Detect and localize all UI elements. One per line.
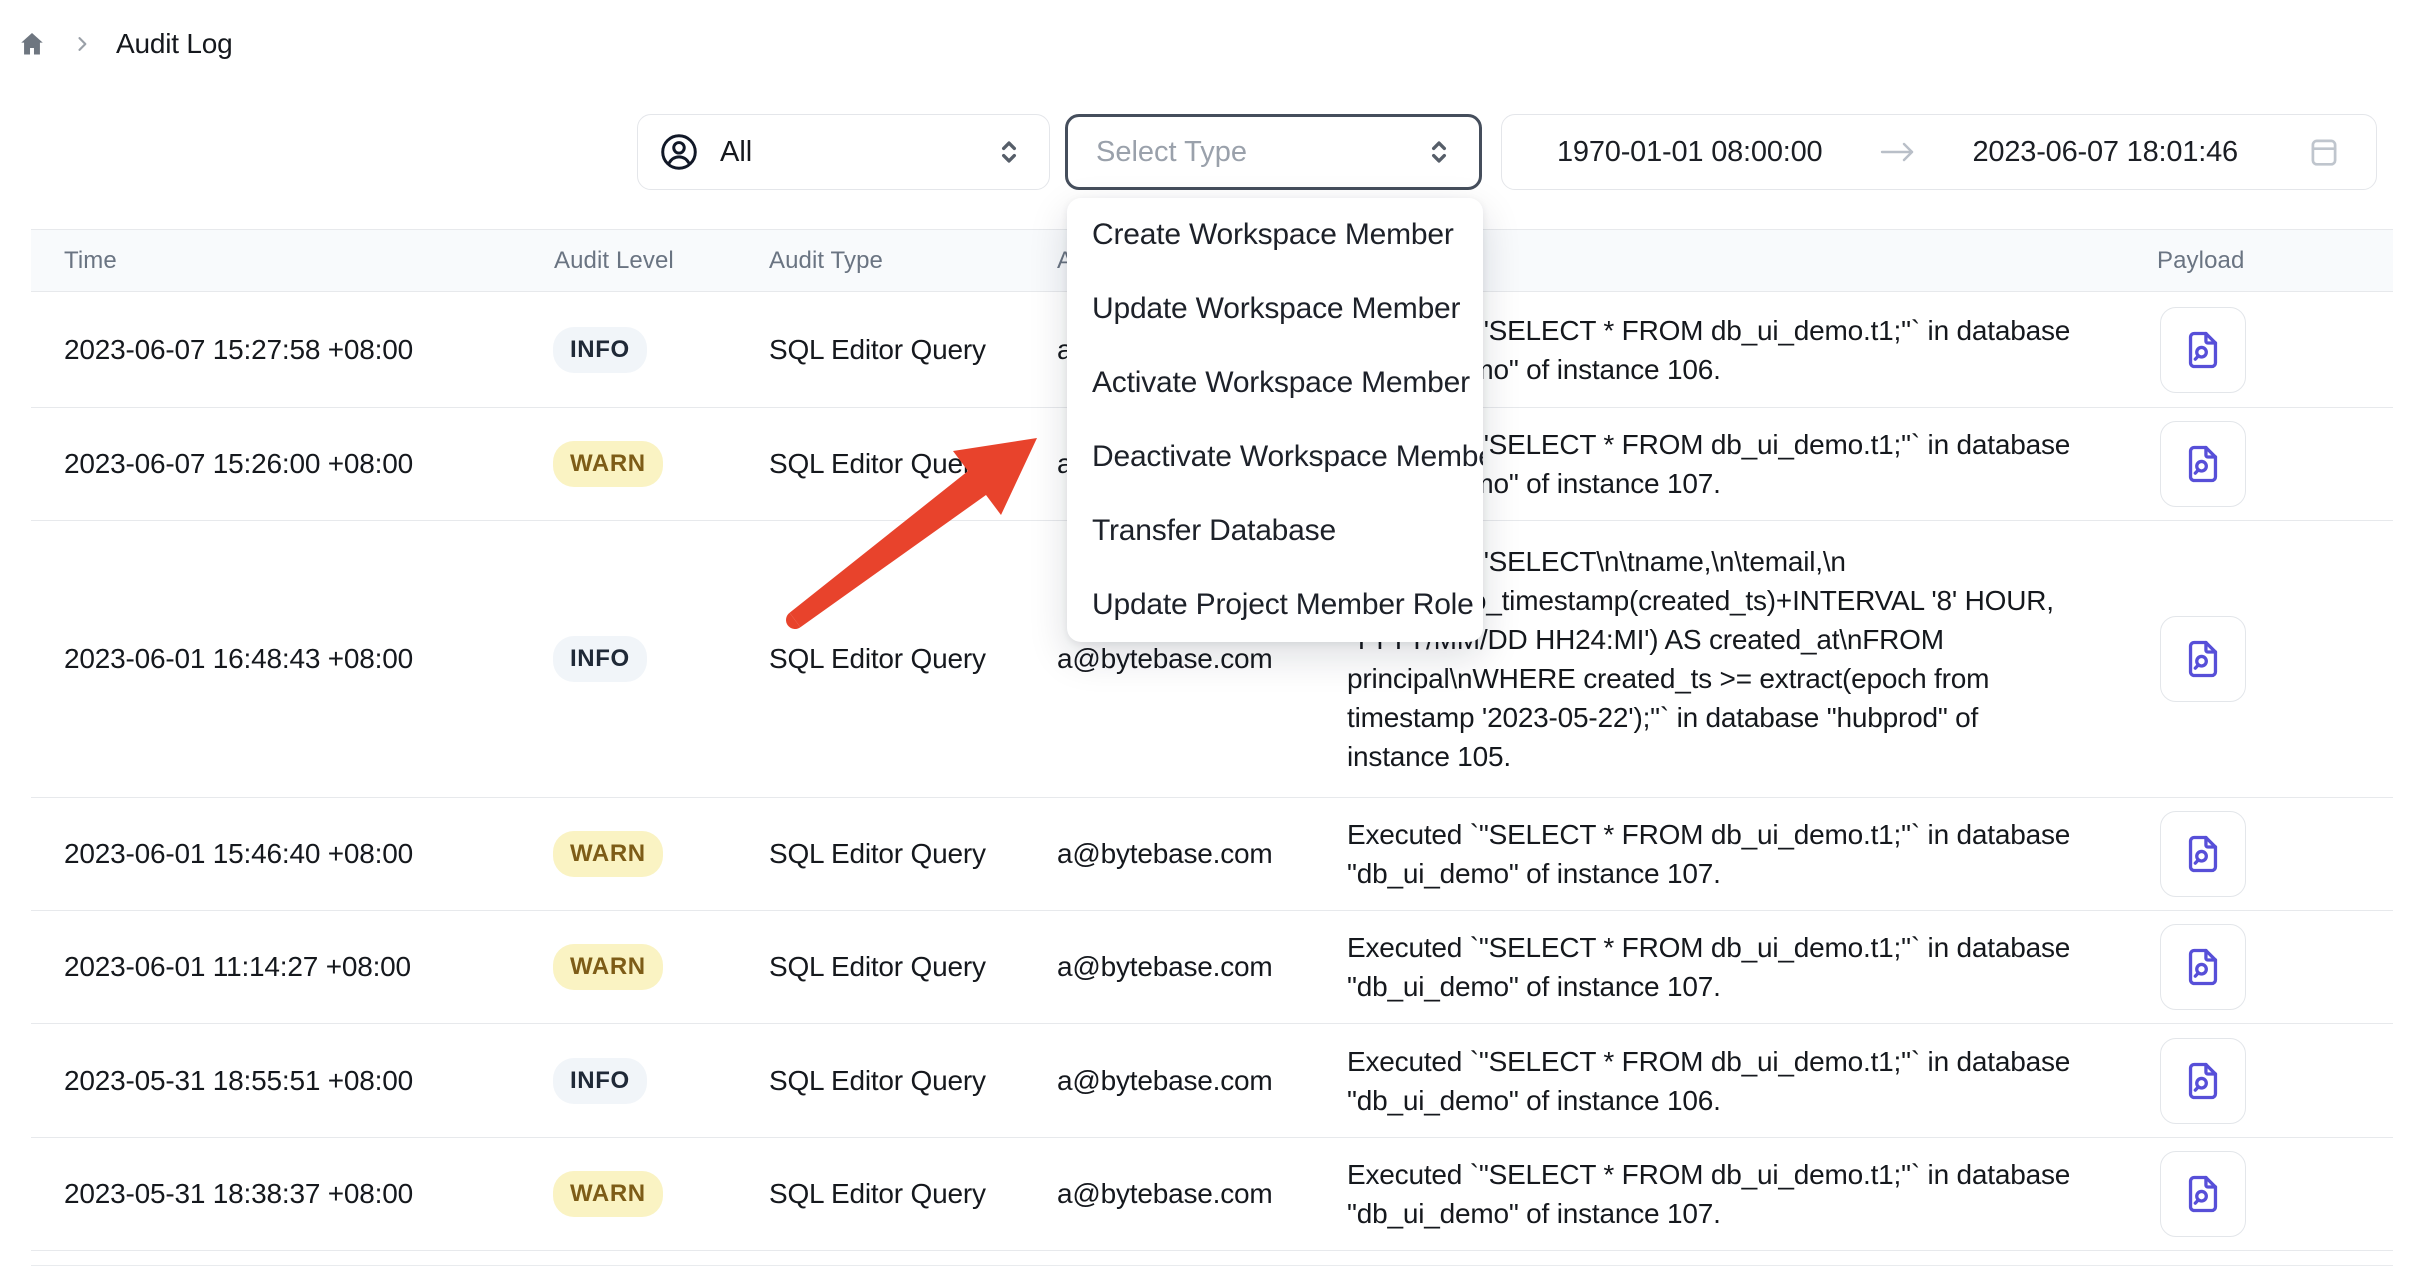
home-icon[interactable] [18, 30, 46, 58]
payload-view-button[interactable] [2160, 1038, 2246, 1124]
row-time: 2023-06-01 16:48:43 +08:00 [64, 643, 413, 675]
payload-view-button[interactable] [2160, 924, 2246, 1010]
type-filter-placeholder: Select Type [1096, 136, 1247, 169]
date-range-start[interactable]: 1970-01-01 08:00:00 [1557, 136, 1822, 169]
breadcrumb: Audit Log [18, 28, 233, 60]
file-search-icon [2181, 637, 2225, 681]
row-time: 2023-05-31 18:38:37 +08:00 [64, 1178, 413, 1210]
audit-level-badge: WARN [553, 944, 663, 990]
file-search-icon [2181, 1059, 2225, 1103]
row-audit-type: SQL Editor Query [769, 838, 986, 870]
date-range-picker[interactable]: 1970-01-01 08:00:00 2023-06-07 18:01:46 [1501, 114, 2377, 190]
audit-level-badge: WARN [553, 1171, 663, 1217]
row-audit-type: SQL Editor Query [769, 951, 986, 983]
actor-filter-value: All [720, 136, 752, 169]
user-circle-icon [658, 131, 700, 173]
table-row: 2023-05-31 18:55:51 +08:00 INFO SQL Edit… [31, 1024, 2393, 1138]
table-row-partial [31, 1251, 2393, 1266]
payload-view-button[interactable] [2160, 616, 2246, 702]
audit-level-badge: WARN [553, 441, 663, 487]
row-audit-type: SQL Editor Query [769, 1178, 986, 1210]
row-comment: Executed `"SELECT * FROM db_ui_demo.t1;"… [1347, 1042, 2105, 1120]
row-comment: Executed `"SELECT * FROM db_ui_demo.t1;"… [1347, 815, 2105, 893]
column-header-level: Audit Level [554, 247, 674, 275]
chevron-up-down-icon [1423, 136, 1455, 168]
file-search-icon [2181, 1172, 2225, 1216]
date-range-end[interactable]: 2023-06-07 18:01:46 [1972, 136, 2237, 169]
menu-item-deactivate-workspace-member[interactable]: Deactivate Workspace Member [1067, 420, 1483, 494]
type-filter-select[interactable]: Select Type [1065, 114, 1482, 190]
calendar-icon[interactable] [2306, 134, 2342, 170]
row-actor: a@bytebase.com [1057, 643, 1273, 675]
chevron-up-down-icon [993, 136, 1025, 168]
row-actor: a@bytebase.com [1057, 951, 1273, 983]
row-time: 2023-06-07 15:26:00 +08:00 [64, 448, 413, 480]
page-title: Audit Log [116, 28, 233, 60]
filter-bar: All Select Type 1970-01-01 08:00:00 2023… [0, 114, 2410, 190]
row-time: 2023-05-31 18:55:51 +08:00 [64, 1065, 413, 1097]
row-audit-type: SQL Editor Query [769, 334, 986, 366]
column-header-time: Time [64, 247, 117, 275]
row-audit-type: SQL Editor Query [769, 643, 986, 675]
row-comment: Executed `"SELECT * FROM db_ui_demo.t1;"… [1347, 1155, 2105, 1233]
column-header-type: Audit Type [769, 247, 883, 275]
audit-level-badge: INFO [553, 1058, 647, 1104]
menu-item-create-workspace-member[interactable]: Create Workspace Member [1067, 198, 1483, 272]
table-row: 2023-06-01 11:14:27 +08:00 WARN SQL Edit… [31, 911, 2393, 1024]
row-actor: a@bytebase.com [1057, 1065, 1273, 1097]
table-row: 2023-05-31 18:38:37 +08:00 WARN SQL Edit… [31, 1138, 2393, 1251]
row-time: 2023-06-01 11:14:27 +08:00 [64, 951, 411, 983]
audit-level-badge: INFO [553, 636, 647, 682]
actor-filter-select[interactable]: All [637, 114, 1050, 190]
file-search-icon [2181, 328, 2225, 372]
audit-level-badge: WARN [553, 831, 663, 877]
file-search-icon [2181, 832, 2225, 876]
audit-level-badge: INFO [553, 327, 647, 373]
row-actor: a@bytebase.com [1057, 1178, 1273, 1210]
table-row: 2023-06-01 15:46:40 +08:00 WARN SQL Edit… [31, 798, 2393, 911]
payload-view-button[interactable] [2160, 421, 2246, 507]
menu-item-update-workspace-member[interactable]: Update Workspace Member [1067, 272, 1483, 346]
menu-item-transfer-database[interactable]: Transfer Database [1067, 494, 1483, 568]
payload-view-button[interactable] [2160, 1151, 2246, 1237]
row-time: 2023-06-07 15:27:58 +08:00 [64, 334, 413, 366]
arrow-right-icon [1878, 139, 1918, 165]
audit-log-page: Audit Log All Select Type 1970-01-01 08:… [0, 0, 2410, 1268]
file-search-icon [2181, 442, 2225, 486]
file-search-icon [2181, 945, 2225, 989]
row-audit-type: SQL Editor Query [769, 448, 986, 480]
payload-view-button[interactable] [2160, 811, 2246, 897]
type-select-dropdown-menu: Create Workspace Member Update Workspace… [1067, 198, 1483, 642]
row-actor: a@bytebase.com [1057, 838, 1273, 870]
chevron-right-icon [72, 34, 92, 54]
row-audit-type: SQL Editor Query [769, 1065, 986, 1097]
row-comment: Executed `"SELECT * FROM db_ui_demo.t1;"… [1347, 928, 2105, 1006]
payload-view-button[interactable] [2160, 307, 2246, 393]
menu-item-update-project-member-role[interactable]: Update Project Member Role [1067, 568, 1483, 642]
column-header-payload: Payload [2157, 247, 2244, 275]
menu-item-activate-workspace-member[interactable]: Activate Workspace Member [1067, 346, 1483, 420]
row-time: 2023-06-01 15:46:40 +08:00 [64, 838, 413, 870]
